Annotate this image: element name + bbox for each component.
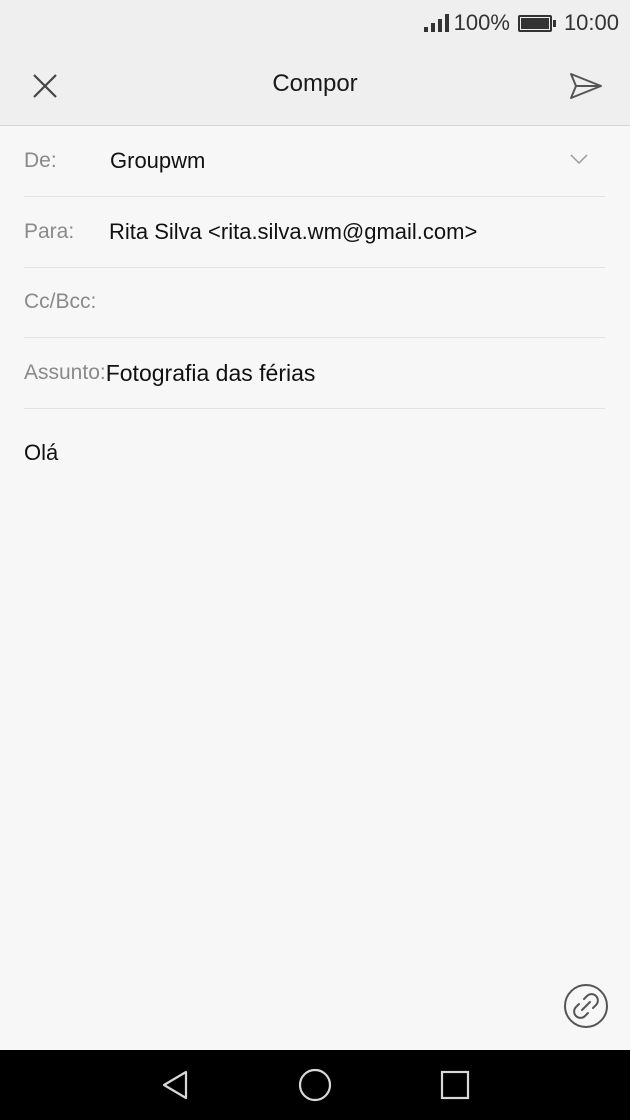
chevron-down-icon[interactable] — [569, 152, 589, 166]
page-title: Compor — [272, 70, 358, 97]
message-body[interactable]: Olá — [24, 440, 58, 466]
home-icon — [298, 1068, 332, 1102]
cc-bcc-row[interactable]: Cc/Bcc: — [24, 267, 605, 338]
recent-apps-icon — [440, 1070, 470, 1100]
subject-label: Assunto: — [24, 361, 106, 384]
subject-row[interactable]: Assunto: Fotografia das férias — [24, 338, 605, 409]
send-icon — [570, 73, 602, 99]
recent-apps-button[interactable] — [420, 1050, 490, 1120]
attach-button[interactable] — [564, 984, 608, 1028]
battery-icon — [517, 14, 556, 32]
navigation-bar — [0, 1050, 630, 1120]
paperclip-icon — [573, 993, 599, 1019]
send-button[interactable] — [562, 64, 610, 108]
from-row[interactable]: De: Groupwm — [24, 126, 605, 197]
from-account-select[interactable]: Groupwm — [110, 148, 205, 174]
cc-bcc-label: Cc/Bcc: — [24, 290, 97, 313]
from-label: De: — [24, 149, 57, 172]
home-button[interactable] — [280, 1050, 350, 1120]
to-field[interactable]: Rita Silva <rita.silva.wm@gmail.com> — [109, 219, 477, 245]
to-label: Para: — [24, 220, 75, 243]
battery-percent: 100% — [453, 10, 510, 35]
compose-toolbar: Compor — [0, 46, 630, 126]
status-bar: 100% 10:00 — [0, 0, 630, 46]
back-button[interactable] — [140, 1050, 210, 1120]
clock: 10:00 — [563, 10, 619, 35]
to-row[interactable]: Para: Rita Silva <rita.silva.wm@gmail.co… — [24, 197, 605, 268]
back-icon — [162, 1070, 188, 1100]
signal-icon — [423, 14, 449, 32]
subject-field[interactable]: Fotografia das férias — [106, 360, 316, 387]
compose-screen: 100% 10:00 Compor De: Groupwm Para: Rita — [0, 0, 630, 1120]
